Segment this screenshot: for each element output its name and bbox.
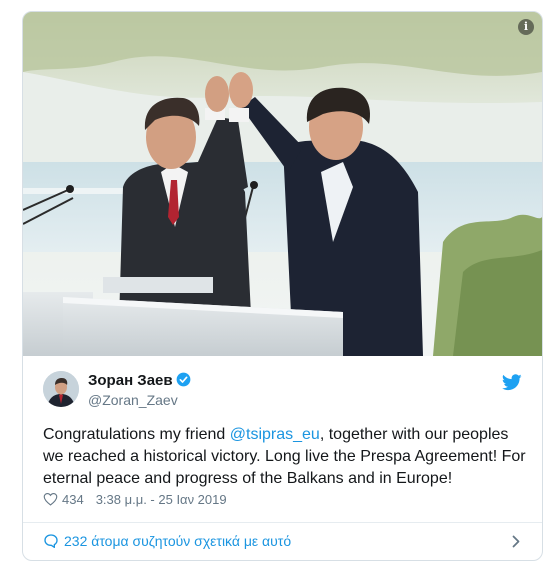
tweet-text-part-1: Congratulations my friend bbox=[43, 426, 230, 443]
chevron-right-icon bbox=[512, 535, 520, 548]
mention-link[interactable]: @tsipras_eu bbox=[230, 426, 320, 443]
verified-badge-icon bbox=[176, 372, 190, 387]
tweet-header: Зоран Заев @Zoran_Zaev bbox=[23, 356, 542, 416]
author-name[interactable]: Зоран Заев bbox=[88, 372, 191, 389]
conversation-text: 232 άτομα συζητούν σχετικά με αυτό bbox=[64, 533, 292, 549]
tweet-photo[interactable]: i bbox=[23, 12, 542, 356]
photo-illustration bbox=[23, 12, 542, 356]
tweet-text: Congratulations my friend @tsipras_eu, t… bbox=[43, 424, 533, 490]
timestamp[interactable]: 3:38 μ.μ. - 25 Ιαν 2019 bbox=[96, 492, 227, 507]
conversation-link[interactable]: 232 άτομα συζητούν σχετικά με αυτό bbox=[23, 523, 542, 560]
like-count[interactable]: 434 bbox=[62, 492, 84, 507]
info-icon[interactable]: i bbox=[518, 19, 534, 35]
twitter-bird-icon[interactable] bbox=[502, 374, 522, 391]
speech-bubble-icon bbox=[44, 534, 58, 548]
embedded-tweet-card: i Зоран Заев @Zoran_Zaev Congratulations… bbox=[22, 11, 543, 561]
author-handle[interactable]: @Zoran_Zaev bbox=[88, 392, 178, 408]
avatar-image bbox=[43, 371, 79, 407]
tweet-meta: 434 3:38 μ.μ. - 25 Ιαν 2019 bbox=[43, 492, 227, 507]
avatar[interactable] bbox=[43, 371, 79, 407]
author-name-text: Зоран Заев bbox=[88, 372, 173, 389]
heart-icon[interactable] bbox=[43, 492, 58, 506]
